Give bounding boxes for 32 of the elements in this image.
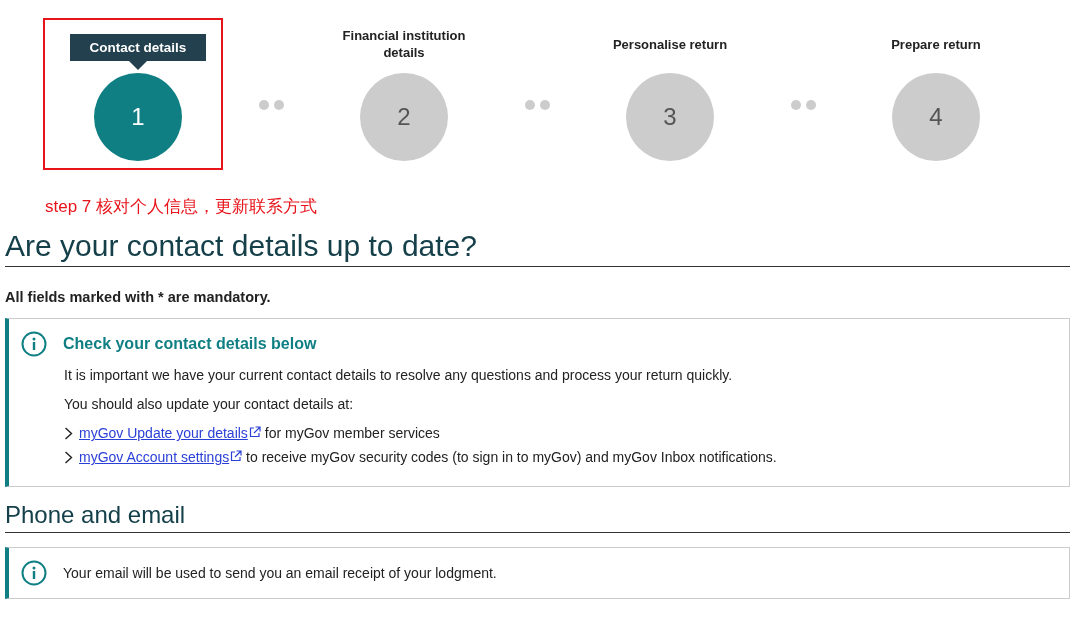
external-link[interactable]: myGov Update your details [79,425,261,442]
step-circle[interactable]: 3 [626,73,714,161]
dot-icon [273,100,284,110]
dot-icon [539,100,550,110]
link-line: myGov Update your details for myGov member services [79,424,440,444]
info-icon [21,331,47,358]
step-label: Personalise return [612,35,728,53]
dot-icon [524,100,535,110]
info-text: You should also update your contact details at: [64,395,355,415]
external-link-icon [248,426,261,439]
page-heading: Are your contact details up to date? [5,227,1070,267]
chevron-icon [64,451,73,465]
info-text: Your email will be used to send you an email receipt of your lodgment. [63,563,497,583]
dot-icon [805,100,816,110]
external-link[interactable]: myGov Account settings [79,449,243,466]
step-label: Contact details [69,34,207,61]
section-heading: Phone and email [5,501,1070,534]
chevron-icon [64,427,73,441]
step-circle[interactable]: 4 [892,73,980,161]
step-circle[interactable]: 2 [360,73,448,161]
external-link-icon [230,450,243,463]
dot-icon [790,100,801,110]
link-line: myGov Account settings to receive myGov security codes (to sign in to myGov) and myGov Inbox notifications. [79,448,777,468]
info-title: Check your contact details below [63,334,317,355]
step-label: Prepare return [891,35,981,53]
mandatory-note: All fields marked with * are mandatory. [5,287,272,307]
annotation-text: step 7 核对个人信息，更新联系方式 [45,196,319,218]
info-icon [21,560,47,587]
step-label: Financial institution details [341,27,467,61]
step-circle[interactable]: 1 [94,73,182,161]
dot-icon [258,100,269,110]
info-text: It is important we have your current contact details to resolve any questions and process your return quickly. [64,366,734,386]
